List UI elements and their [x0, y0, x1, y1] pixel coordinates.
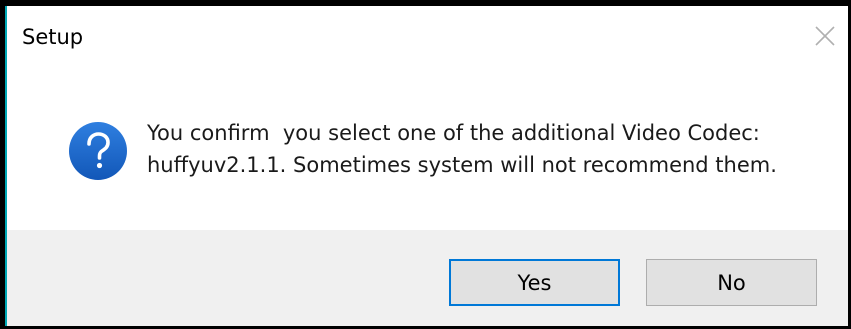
question-icon [69, 122, 127, 180]
close-button[interactable] [803, 16, 847, 56]
button-bar: Yes No [7, 230, 848, 326]
dialog-message: You confirm you select one of the additi… [147, 117, 837, 181]
message-line-1: You confirm you select one of the additi… [147, 121, 760, 145]
message-line-2: huffyuv2.1.1. Sometimes system will not … [147, 153, 777, 177]
no-button[interactable]: No [646, 259, 817, 306]
dialog-content: You confirm you select one of the additi… [7, 68, 848, 230]
close-icon [815, 26, 835, 46]
title-bar[interactable]: Setup [7, 6, 848, 68]
window-title: Setup [22, 25, 84, 49]
setup-dialog: Setup You confirm you select one of the … [7, 6, 848, 326]
yes-button[interactable]: Yes [449, 259, 620, 306]
